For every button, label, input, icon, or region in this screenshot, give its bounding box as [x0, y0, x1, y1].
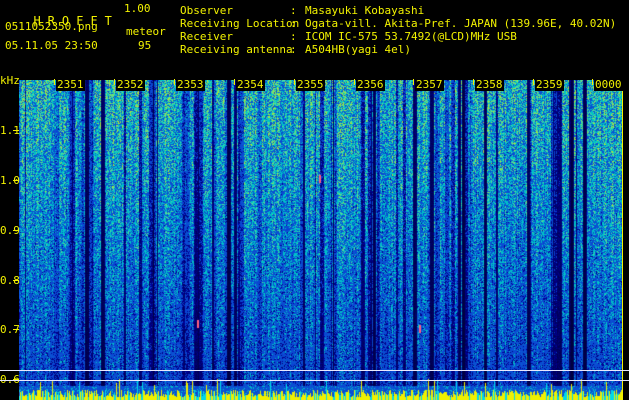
info-sep: : — [290, 30, 297, 43]
info-sep: : — [290, 4, 297, 17]
minute-tick — [592, 79, 593, 85]
info-sep: : — [290, 43, 297, 56]
info-sep: : — [290, 17, 297, 30]
app-version: 1.00 — [124, 2, 151, 15]
y-tick-mark — [13, 180, 19, 181]
spectrogram-right-border — [622, 80, 623, 400]
y-axis-unit: kHz — [0, 74, 20, 87]
info-label-location: Receiving Location — [180, 17, 300, 30]
minute-label: 2358 — [475, 78, 504, 91]
spectrogram-image — [19, 80, 622, 400]
minute-tick — [354, 79, 355, 85]
minute-label: 2352 — [116, 78, 145, 91]
info-value-antenna: A504HB(yagi 4el) — [305, 43, 411, 56]
info-label-observer: Observer — [180, 4, 233, 17]
minute-label: 2355 — [296, 78, 325, 91]
y-tick-mark — [13, 280, 19, 281]
minute-label: 2353 — [176, 78, 205, 91]
minute-label: 2351 — [56, 78, 85, 91]
spectrogram-area — [19, 80, 622, 400]
minute-label: 2359 — [535, 78, 564, 91]
minute-tick — [294, 79, 295, 85]
y-tick-mark — [13, 329, 19, 330]
minute-tick — [533, 79, 534, 85]
minute-label: 0000 — [594, 78, 623, 91]
info-value-observer: Masayuki Kobayashi — [305, 4, 425, 17]
minute-tick — [54, 79, 55, 85]
reference-line-lower — [0, 380, 629, 381]
minute-tick — [174, 79, 175, 85]
minute-tick — [473, 79, 474, 85]
minute-label: 2357 — [415, 78, 444, 91]
minute-label: 2354 — [236, 78, 265, 91]
minute-tick — [114, 79, 115, 85]
file-name: 0511052350.png — [5, 20, 98, 33]
observation-datetime: 05.11.05 23:50 — [5, 39, 98, 52]
meteor-count: 95 — [138, 39, 152, 52]
minute-tick — [413, 79, 414, 85]
minute-tick — [234, 79, 235, 85]
info-value-receiver: ICOM IC-575 53.7492(@LCD)MHz USB — [305, 30, 517, 43]
y-tick-mark — [13, 230, 19, 231]
y-tick-mark — [13, 130, 19, 131]
meteor-label: meteor — [126, 25, 166, 38]
info-label-receiver: Receiver — [180, 30, 233, 43]
info-value-location: Ogata-vill. Akita-Pref. JAPAN (139.96E, … — [305, 17, 617, 30]
info-label-antenna: Receiving antenna — [180, 43, 293, 56]
minute-label: 2356 — [356, 78, 385, 91]
reference-line-upper — [0, 370, 629, 371]
